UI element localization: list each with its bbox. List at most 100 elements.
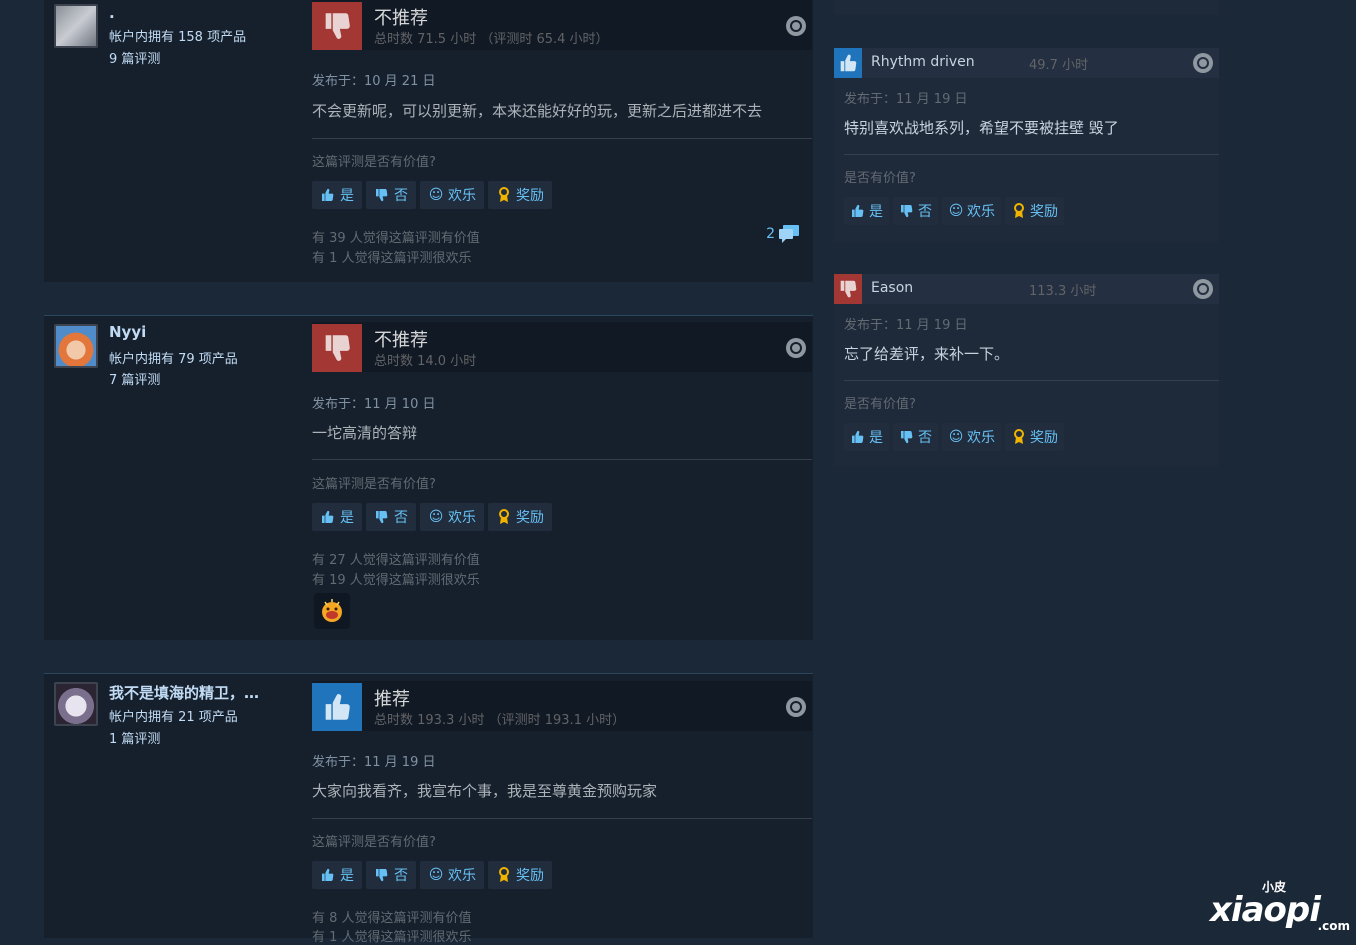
comment-bubble-icon: [779, 225, 799, 243]
vote-funny-label: 欢乐: [448, 868, 476, 884]
persona-name[interactable]: 我不是填海的精卫，…: [109, 682, 259, 703]
side-review-header[interactable]: Rhythm driven 49.7 小时: [834, 48, 1219, 78]
posted-date: 发布于：11 月 10 日: [312, 397, 436, 412]
review-count[interactable]: 1 篇评测: [109, 728, 160, 747]
persona-name[interactable]: Nyyi: [109, 323, 146, 341]
award-button[interactable]: 奖励: [488, 861, 552, 889]
watermark-main-text: xiaopi: [1210, 890, 1321, 930]
smile-icon: ☺: [428, 509, 444, 525]
vote-no-label: 否: [918, 430, 932, 446]
steam-logo-icon: [1193, 53, 1213, 73]
steam-logo-icon: [1193, 279, 1213, 299]
vote-yes-button[interactable]: 是: [312, 503, 362, 531]
side-reviewer-name[interactable]: Eason: [871, 280, 913, 296]
vote-funny-button[interactable]: ☺ 欢乐: [420, 503, 484, 531]
posted-date: 发布于：11 月 19 日: [844, 92, 968, 107]
vote-yes-label: 是: [340, 188, 354, 204]
review-content: 不会更新呢，可以别更新，本来还能好好的玩，更新之后进都进不去: [312, 102, 763, 120]
comment-count[interactable]: 2: [766, 225, 799, 243]
divider: [312, 818, 812, 819]
review-verdict: 不推荐: [374, 330, 428, 351]
helpful-count: 有 8 人觉得这篇评测有价值: [312, 911, 472, 926]
smile-icon: ☺: [948, 429, 964, 445]
vote-yes-button[interactable]: 是: [312, 181, 362, 209]
posted-date: 发布于：11 月 19 日: [844, 318, 968, 333]
side-review-header[interactable]: Eason 113.3 小时: [834, 274, 1219, 304]
divider: [312, 138, 812, 139]
divider: [844, 380, 1219, 381]
review-verdict: 推荐: [374, 689, 410, 710]
avatar[interactable]: [54, 682, 98, 726]
vote-yes-button[interactable]: 是: [844, 423, 889, 451]
vote-buttons: 是 否 ☺ 欢乐 奖励: [844, 423, 1064, 451]
review-header[interactable]: 不推荐 总时数 71.5 小时 （评测时 65.4 小时）: [312, 0, 812, 50]
vote-yes-button[interactable]: 是: [844, 197, 889, 225]
vote-funny-button[interactable]: ☺ 欢乐: [942, 197, 1001, 225]
avatar[interactable]: [54, 324, 98, 368]
vote-funny-button[interactable]: ☺ 欢乐: [420, 181, 484, 209]
thumbs-up-icon: [850, 203, 866, 219]
vote-yes-button[interactable]: 是: [312, 861, 362, 889]
thumbs-up-icon: [320, 509, 336, 525]
review-count[interactable]: 9 篇评测: [109, 48, 160, 67]
vote-buttons: 是 否 ☺ 欢乐 奖励: [312, 181, 552, 209]
vote-buttons: 是 否 ☺ 欢乐 奖励: [312, 503, 552, 531]
award-ribbon-icon: [496, 509, 512, 525]
award-button[interactable]: 奖励: [488, 503, 552, 531]
vote-no-button[interactable]: 否: [366, 861, 416, 889]
helpful-question: 这篇评测是否有价值?: [312, 835, 436, 850]
review-verdict: 不推荐: [374, 8, 428, 29]
posted-date: 发布于：11 月 19 日: [312, 755, 436, 770]
review-content: 特别喜欢战地系列，希望不要被挂壁 毁了: [844, 119, 1119, 137]
review-content: 忘了给差评，来补一下。: [844, 345, 1010, 363]
steam-logo-icon: [786, 16, 806, 36]
products-owned[interactable]: 帐户内拥有 158 项产品: [109, 26, 246, 45]
vote-no-button[interactable]: 否: [366, 503, 416, 531]
award-ribbon-icon: [1011, 203, 1027, 219]
vote-funny-label: 欢乐: [967, 430, 995, 446]
thumbs-up-icon: [320, 867, 336, 883]
vote-no-button[interactable]: 否: [893, 423, 938, 451]
helpful-count: 有 39 人觉得这篇评测有价值: [312, 231, 480, 246]
thumbs-up-icon: [312, 683, 362, 731]
steam-logo-icon: [786, 697, 806, 717]
vote-no-label: 否: [394, 188, 408, 204]
award-button[interactable]: 奖励: [1005, 197, 1064, 225]
products-owned[interactable]: 帐户内拥有 79 项产品: [109, 348, 238, 367]
award-button[interactable]: 奖励: [488, 181, 552, 209]
watermark-suffix-text: .com: [1317, 919, 1350, 933]
review-hours: 总时数 193.3 小时 （评测时 193.1 小时）: [374, 713, 626, 728]
funny-count: 有 1 人觉得这篇评测很欢乐: [312, 930, 472, 945]
review-header[interactable]: 推荐 总时数 193.3 小时 （评测时 193.1 小时）: [312, 681, 812, 731]
thumbs-up-icon: [850, 429, 866, 445]
vote-no-button[interactable]: 否: [366, 181, 416, 209]
helpful-question: 这篇评测是否有价值?: [312, 477, 436, 492]
review-hours: 总时数 14.0 小时: [374, 354, 477, 369]
reaction-award-icon[interactable]: [314, 593, 350, 629]
award-label: 奖励: [516, 510, 544, 526]
review-hours: 总时数 71.5 小时 （评测时 65.4 小时）: [374, 32, 609, 47]
thumbs-down-icon: [312, 324, 362, 372]
review-count[interactable]: 7 篇评测: [109, 369, 160, 388]
smile-icon: ☺: [428, 867, 444, 883]
award-label: 奖励: [1030, 204, 1058, 220]
avatar[interactable]: [54, 4, 98, 48]
side-review-card: Eason 113.3 小时 发布于：11 月 19 日 忘了给差评，来补一下。…: [834, 274, 1219, 466]
smile-icon: ☺: [428, 187, 444, 203]
thumbs-down-icon: [899, 429, 915, 445]
review-content: 大家向我看齐，我宣布个事，我是至尊黄金预购玩家: [312, 782, 658, 800]
smile-icon: ☺: [948, 203, 964, 219]
award-button[interactable]: 奖励: [1005, 423, 1064, 451]
persona-name[interactable]: .: [109, 4, 115, 22]
helpful-question: 这篇评测是否有价值?: [312, 155, 436, 170]
products-owned[interactable]: 帐户内拥有 21 项产品: [109, 706, 238, 725]
vote-no-button[interactable]: 否: [893, 197, 938, 225]
side-reviewer-name[interactable]: Rhythm driven: [871, 54, 975, 70]
vote-funny-button[interactable]: ☺ 欢乐: [942, 423, 1001, 451]
award-label: 奖励: [516, 188, 544, 204]
vote-funny-button[interactable]: ☺ 欢乐: [420, 861, 484, 889]
review-header[interactable]: 不推荐 总时数 14.0 小时: [312, 322, 812, 372]
review-content: 一坨高清的答辩: [312, 424, 418, 442]
vote-funny-label: 欢乐: [448, 188, 476, 204]
site-watermark: 小皮 xiaopi .com: [1210, 878, 1350, 933]
